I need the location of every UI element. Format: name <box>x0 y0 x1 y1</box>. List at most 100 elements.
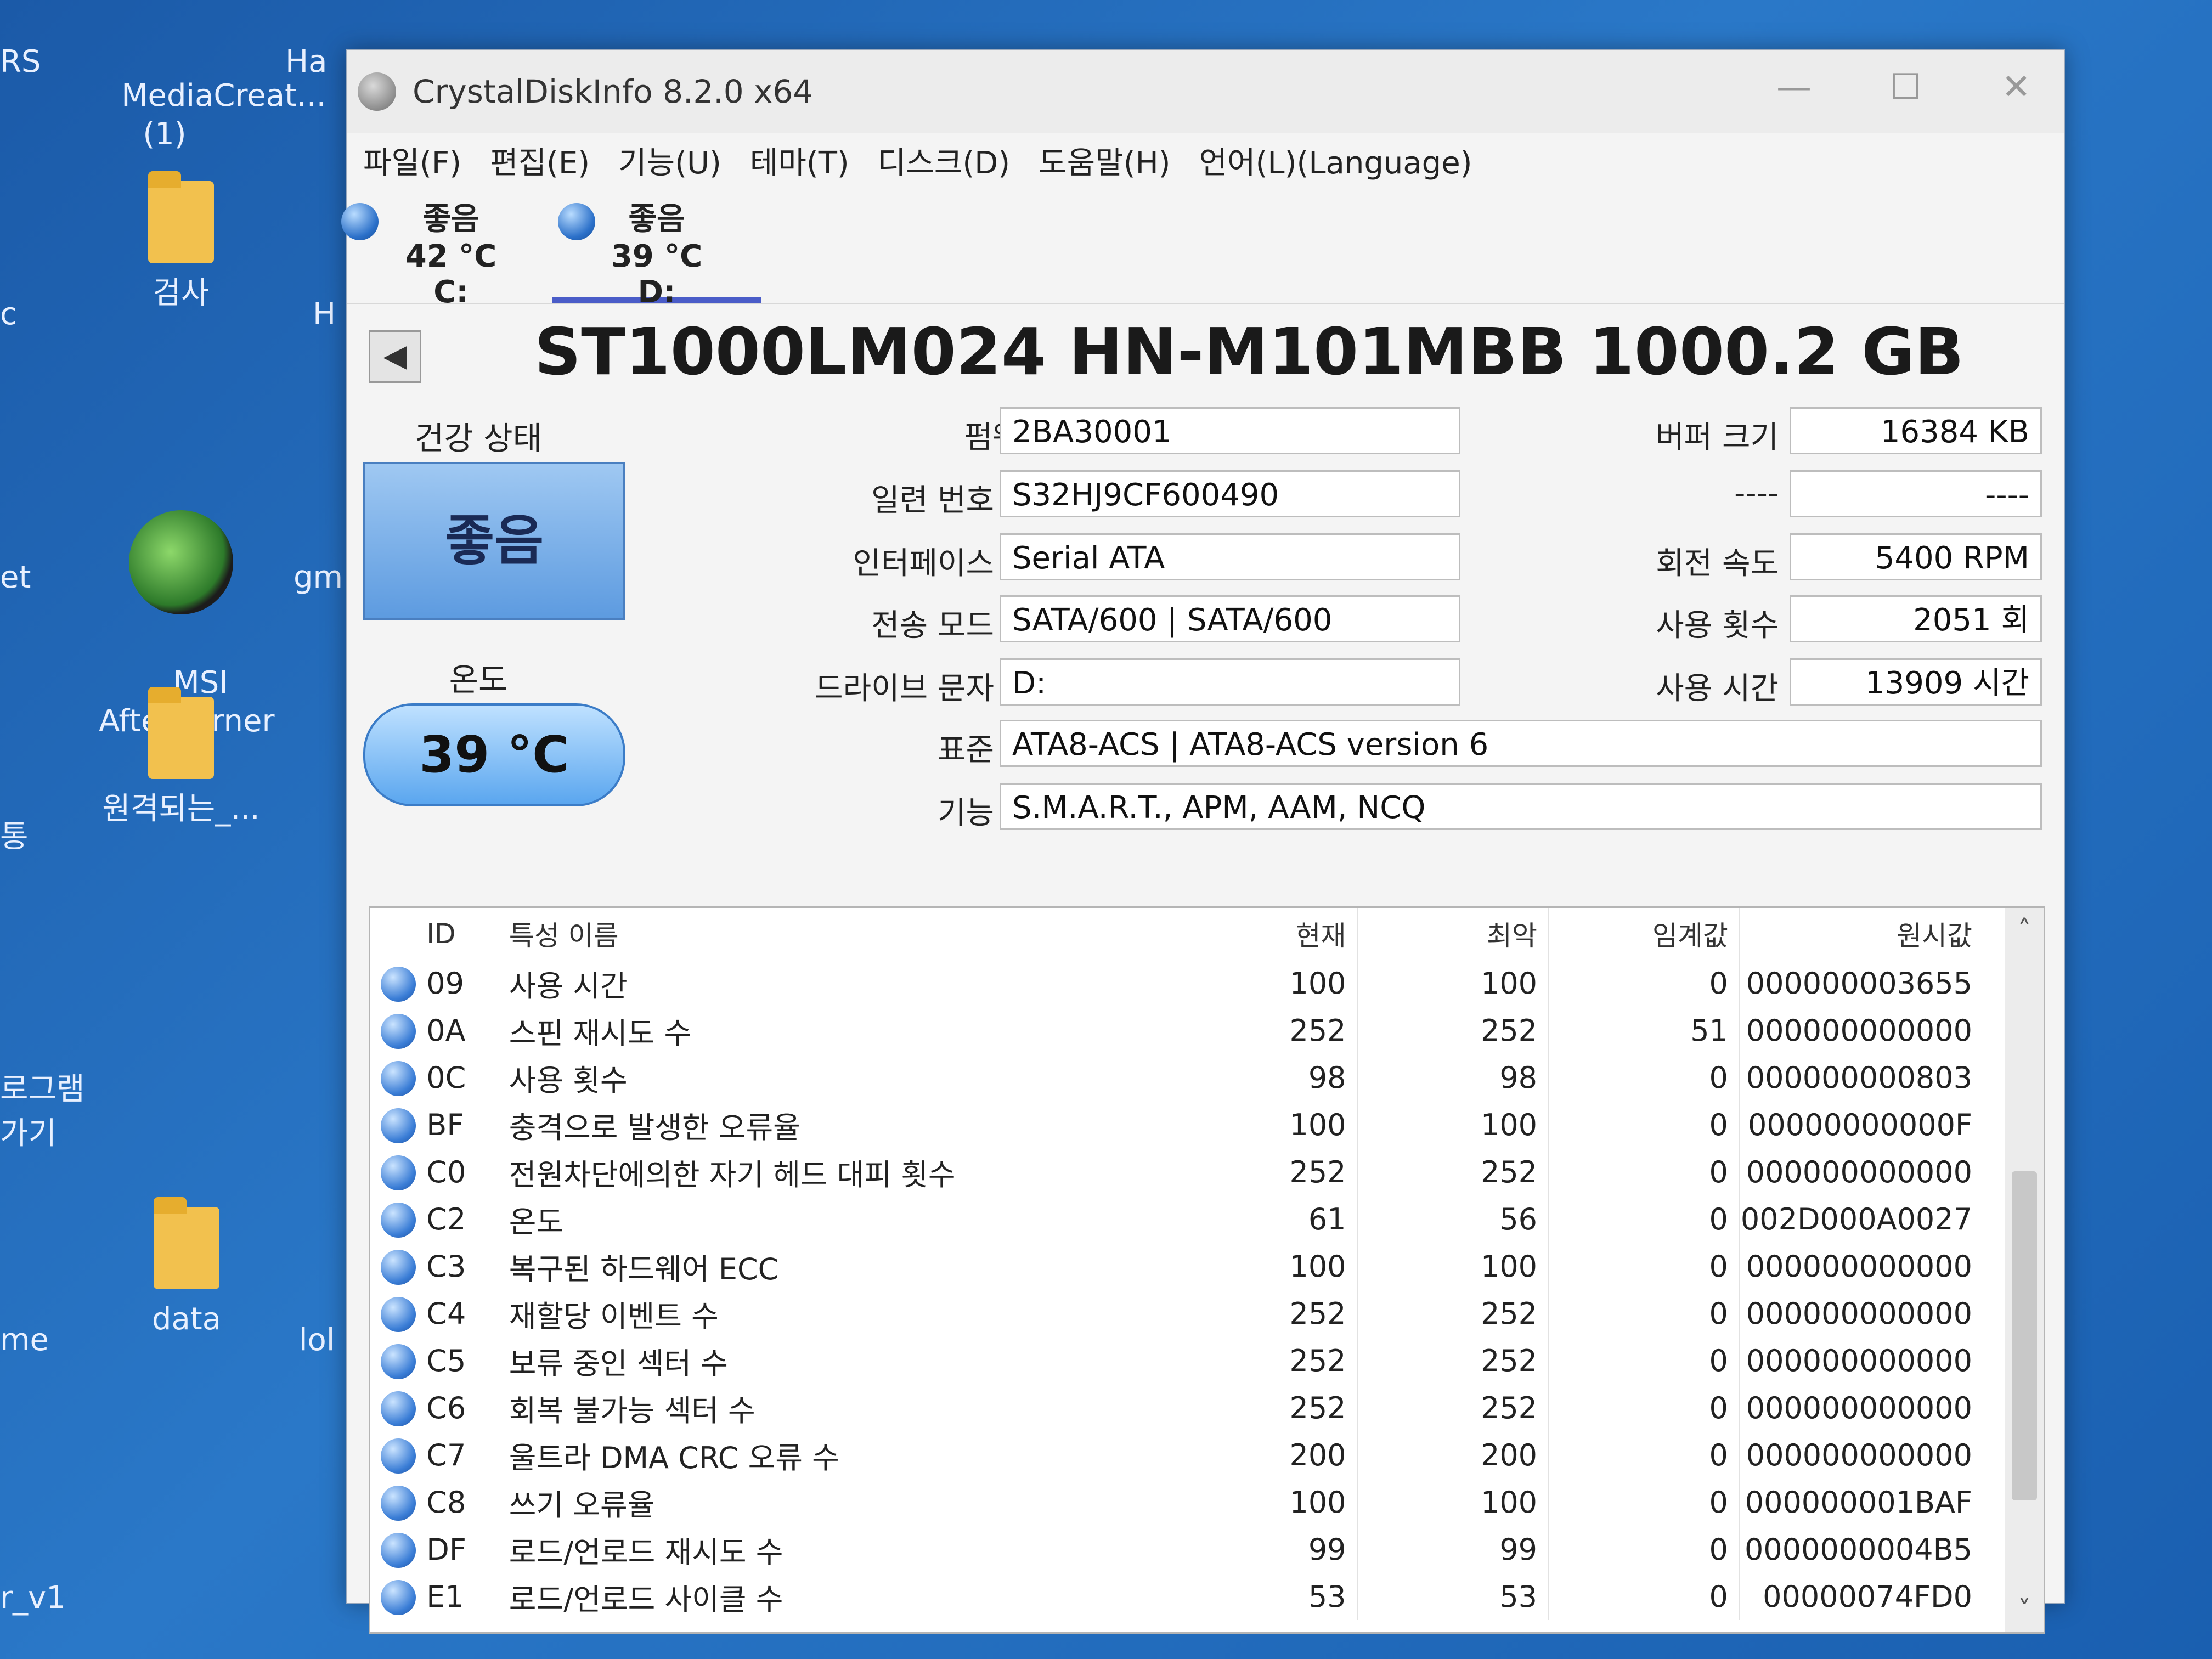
maximize-button[interactable]: ☐ <box>1890 67 1921 108</box>
menu-language[interactable]: 언어(L)(Language) <box>1199 138 1472 183</box>
attribute-current: 100 <box>1167 960 1358 1007</box>
status-good-icon <box>341 203 379 240</box>
attribute-threshold: 0 <box>1549 1337 1740 1384</box>
menu-file[interactable]: 파일(F) <box>363 138 461 183</box>
drive-tab-d[interactable]: 좋음 39 °C D: <box>552 188 761 310</box>
table-row[interactable]: C6 회복 불가능 섹터 수 252 252 0 000000000000 <box>370 1384 1994 1431</box>
table-row[interactable]: C5 보류 중인 섹터 수 252 252 0 000000000000 <box>370 1337 1994 1384</box>
attribute-id: DF <box>426 1532 466 1567</box>
attribute-name: 복구된 하드웨어 ECC <box>509 1251 779 1286</box>
attribute-current: 252 <box>1167 1290 1358 1337</box>
status-good-icon <box>380 1155 416 1190</box>
attribute-current: 100 <box>1167 1479 1358 1526</box>
attribute-raw: 002D000A0027 <box>1740 1201 1972 1237</box>
attribute-threshold: 51 <box>1549 1007 1740 1054</box>
health-status-button[interactable]: 좋음 <box>363 462 625 620</box>
smart-attributes-table: ID 특성 이름 현재 최악 임계값 원시값 09 사용 시간 100 100 0 000… <box>369 906 2045 1634</box>
desktop-edge-text: r_v1 <box>0 1580 66 1616</box>
desktop-icon-label: data <box>151 1301 222 1337</box>
table-row[interactable]: 09 사용 시간 100 100 0 000000003655 <box>370 960 1994 1007</box>
drive-tab-c[interactable]: 좋음 42 °C C: <box>341 188 555 310</box>
status-good-icon <box>380 966 416 1002</box>
menu-theme[interactable]: 테마(T) <box>750 138 849 183</box>
desktop-edge-text: c <box>0 296 17 332</box>
attribute-id: 0A <box>426 1013 466 1048</box>
table-row[interactable]: C8 쓰기 오류율 100 100 0 000000001BAF <box>370 1479 1994 1526</box>
attribute-current: 252 <box>1167 1007 1358 1054</box>
minimize-button[interactable]: — <box>1776 67 1812 108</box>
attribute-threshold: 0 <box>1549 1054 1740 1101</box>
table-header-current[interactable]: 현재 <box>1167 908 1358 960</box>
buffer-size-field: 16384 KB <box>1790 407 2042 454</box>
menu-disk[interactable]: 디스크(D) <box>878 138 1010 183</box>
table-row[interactable]: DF 로드/언로드 재시도 수 99 99 0 0000000004B5 <box>370 1526 1994 1573</box>
attribute-name: 스핀 재시도 수 <box>509 1015 692 1051</box>
standard-label: 표준 <box>937 732 994 768</box>
status-good-icon <box>380 1296 416 1332</box>
attribute-name: 회복 불가능 섹터 수 <box>509 1393 755 1428</box>
scroll-down-button[interactable]: ˅ <box>2005 1588 2044 1632</box>
desktop-icon-mediacreat[interactable]: MediaCreat... (1) <box>82 38 326 192</box>
table-row[interactable]: C3 복구된 하드웨어 ECC 100 100 0 000000000000 <box>370 1243 1994 1290</box>
attribute-threshold: 0 <box>1549 1148 1740 1195</box>
table-row[interactable]: C4 재할당 이벤트 수 252 252 0 000000000000 <box>370 1290 1994 1337</box>
drive-status: 좋음 <box>422 201 479 237</box>
scrollbar-thumb[interactable] <box>2012 1171 2037 1500</box>
menu-help[interactable]: 도움말(H) <box>1039 138 1170 183</box>
attribute-threshold: 0 <box>1549 1431 1740 1479</box>
attribute-worst: 252 <box>1357 1290 1550 1337</box>
status-good-icon <box>380 1108 416 1143</box>
table-row[interactable]: C7 울트라 DMA CRC 오류 수 200 200 0 000000000000 <box>370 1431 1994 1479</box>
attribute-threshold: 0 <box>1549 1243 1740 1290</box>
table-header-threshold[interactable]: 임계값 <box>1549 908 1740 960</box>
menu-bar: 파일(F) 편집(E) 기능(U) 테마(T) 디스크(D) 도움말(H) 언어… <box>347 133 2064 188</box>
desktop-edge-text: Ha <box>285 44 328 80</box>
disk-info-panel: ◀ ST1000LM024 HN-M101MBB 1000.2 GB 건강 상태… <box>347 303 2064 1634</box>
window-title: CrystalDiskInfo 8.2.0 x64 <box>413 73 814 110</box>
menu-function[interactable]: 기능(U) <box>618 138 721 183</box>
desktop-edge-text: me <box>0 1322 49 1358</box>
table-header-raw[interactable]: 원시값 <box>1740 908 1994 960</box>
table-row[interactable]: 0A 스핀 재시도 수 252 252 51 000000000000 <box>370 1007 1994 1054</box>
table-scrollbar[interactable]: ˄ ˅ <box>2005 908 2044 1632</box>
desktop-icon-label: 원격되는_... <box>102 791 260 827</box>
desktop-icon-data[interactable]: data <box>104 1197 269 1339</box>
table-header-worst[interactable]: 최악 <box>1357 908 1550 960</box>
desktop-icon-inspection[interactable]: 검사 <box>99 171 263 313</box>
features-field: S.M.A.R.T., APM, AAM, NCQ <box>1000 783 2042 830</box>
disk-model-title: ST1000LM024 HN-M101MBB 1000.2 GB <box>534 314 1964 390</box>
drive-selector: 좋음 42 °C C: 좋음 39 °C D: <box>341 188 2064 310</box>
folder-icon <box>148 171 214 263</box>
menu-edit[interactable]: 편집(E) <box>490 138 590 183</box>
table-header-row: ID 특성 이름 현재 최악 임계값 원시값 <box>370 908 1994 960</box>
temperature-button[interactable]: 39 °C <box>363 703 625 806</box>
status-cell <box>370 1148 426 1195</box>
desktop-icon-remote[interactable]: 원격되는_... <box>99 687 263 828</box>
title-bar[interactable]: CrystalDiskInfo 8.2.0 x64 — ☐ ✕ <box>347 50 2064 133</box>
attribute-raw: 000000003655 <box>1746 966 1972 1001</box>
table-row[interactable]: BF 충격으로 발생한 오류율 100 100 0 00000000000F <box>370 1101 1994 1148</box>
table-header-name[interactable]: 특성 이름 <box>509 908 1167 960</box>
status-good-icon <box>380 1438 416 1474</box>
attribute-id: C8 <box>426 1485 466 1520</box>
table-header-id[interactable]: ID <box>426 908 508 960</box>
status-cell <box>370 960 426 1007</box>
table-row[interactable]: C2 온도 61 56 0 002D000A0027 <box>370 1195 1994 1243</box>
status-cell <box>370 1290 426 1337</box>
attribute-current: 200 <box>1167 1431 1358 1479</box>
attribute-name: 재할당 이벤트 수 <box>509 1299 719 1334</box>
rotation-speed-label: 회전 속도 <box>1656 546 1779 582</box>
attribute-threshold: 0 <box>1549 1384 1740 1431</box>
attribute-raw: 000000000000 <box>1746 1249 1972 1284</box>
table-row[interactable]: 0C 사용 횟수 98 98 0 000000000803 <box>370 1054 1994 1101</box>
crystaldiskinfo-window: CrystalDiskInfo 8.2.0 x64 — ☐ ✕ 파일(F) 편집… <box>341 49 2065 1634</box>
attribute-raw: 000000000000 <box>1746 1343 1972 1378</box>
scroll-up-button[interactable]: ˄ <box>2005 908 2044 952</box>
attribute-threshold: 0 <box>1549 1573 1740 1620</box>
attribute-current: 252 <box>1167 1148 1358 1195</box>
table-row[interactable]: E1 로드/언로드 사이클 수 53 53 0 00000074FD0 <box>370 1573 1994 1620</box>
attribute-raw: 000000000000 <box>1746 1390 1972 1425</box>
close-button[interactable]: ✕ <box>2001 67 2031 108</box>
status-cell <box>370 1007 426 1054</box>
table-row[interactable]: C0 전원차단에의한 자기 헤드 대피 횟수 252 252 0 000000000000 <box>370 1148 1994 1195</box>
